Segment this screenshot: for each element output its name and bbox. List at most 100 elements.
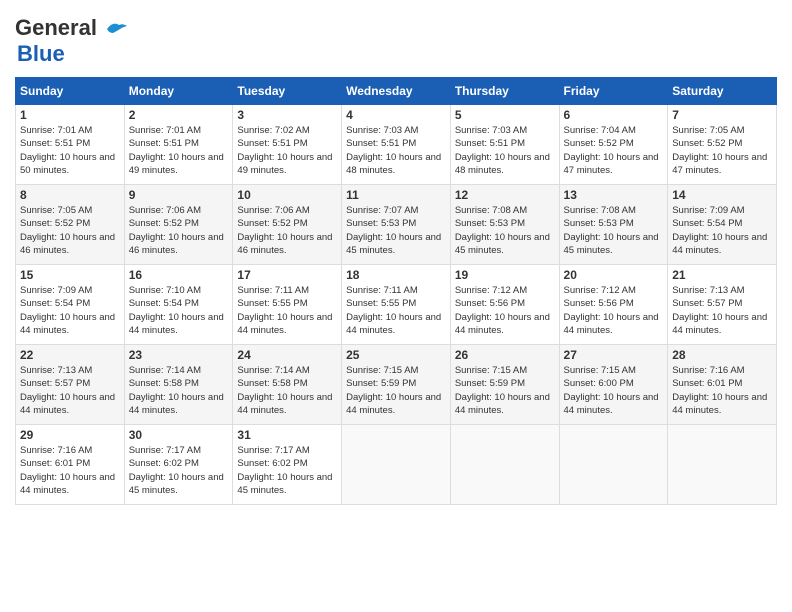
day-info: Sunrise: 7:13 AMSunset: 5:57 PMDaylight:… <box>20 365 115 416</box>
day-info: Sunrise: 7:06 AMSunset: 5:52 PMDaylight:… <box>237 205 332 256</box>
calendar-day-cell: 7 Sunrise: 7:05 AMSunset: 5:52 PMDayligh… <box>668 105 777 185</box>
calendar-week-row: 29 Sunrise: 7:16 AMSunset: 6:01 PMDaylig… <box>16 425 777 505</box>
day-number: 12 <box>455 188 555 202</box>
calendar-week-row: 8 Sunrise: 7:05 AMSunset: 5:52 PMDayligh… <box>16 185 777 265</box>
day-number: 3 <box>237 108 337 122</box>
day-number: 29 <box>20 428 120 442</box>
calendar-day-cell: 19 Sunrise: 7:12 AMSunset: 5:56 PMDaylig… <box>450 265 559 345</box>
calendar-day-cell: 15 Sunrise: 7:09 AMSunset: 5:54 PMDaylig… <box>16 265 125 345</box>
day-info: Sunrise: 7:14 AMSunset: 5:58 PMDaylight:… <box>129 365 224 416</box>
calendar-day-cell <box>342 425 451 505</box>
weekday-header-cell: Tuesday <box>233 78 342 105</box>
weekday-header-cell: Sunday <box>16 78 125 105</box>
calendar-day-cell: 31 Sunrise: 7:17 AMSunset: 6:02 PMDaylig… <box>233 425 342 505</box>
day-number: 17 <box>237 268 337 282</box>
day-info: Sunrise: 7:02 AMSunset: 5:51 PMDaylight:… <box>237 125 332 176</box>
calendar-day-cell: 4 Sunrise: 7:03 AMSunset: 5:51 PMDayligh… <box>342 105 451 185</box>
weekday-header-cell: Thursday <box>450 78 559 105</box>
day-info: Sunrise: 7:03 AMSunset: 5:51 PMDaylight:… <box>455 125 550 176</box>
calendar-day-cell: 13 Sunrise: 7:08 AMSunset: 5:53 PMDaylig… <box>559 185 668 265</box>
day-number: 15 <box>20 268 120 282</box>
day-info: Sunrise: 7:03 AMSunset: 5:51 PMDaylight:… <box>346 125 441 176</box>
calendar-week-row: 22 Sunrise: 7:13 AMSunset: 5:57 PMDaylig… <box>16 345 777 425</box>
day-number: 7 <box>672 108 772 122</box>
logo: General Blue <box>15 15 127 67</box>
day-info: Sunrise: 7:04 AMSunset: 5:52 PMDaylight:… <box>564 125 659 176</box>
day-number: 22 <box>20 348 120 362</box>
calendar-day-cell: 6 Sunrise: 7:04 AMSunset: 5:52 PMDayligh… <box>559 105 668 185</box>
calendar-week-row: 15 Sunrise: 7:09 AMSunset: 5:54 PMDaylig… <box>16 265 777 345</box>
day-number: 1 <box>20 108 120 122</box>
calendar-day-cell: 17 Sunrise: 7:11 AMSunset: 5:55 PMDaylig… <box>233 265 342 345</box>
day-info: Sunrise: 7:11 AMSunset: 5:55 PMDaylight:… <box>237 285 332 336</box>
day-number: 21 <box>672 268 772 282</box>
calendar-day-cell: 27 Sunrise: 7:15 AMSunset: 6:00 PMDaylig… <box>559 345 668 425</box>
day-number: 27 <box>564 348 664 362</box>
day-info: Sunrise: 7:06 AMSunset: 5:52 PMDaylight:… <box>129 205 224 256</box>
calendar-day-cell: 5 Sunrise: 7:03 AMSunset: 5:51 PMDayligh… <box>450 105 559 185</box>
calendar-day-cell: 12 Sunrise: 7:08 AMSunset: 5:53 PMDaylig… <box>450 185 559 265</box>
calendar-day-cell <box>450 425 559 505</box>
day-info: Sunrise: 7:13 AMSunset: 5:57 PMDaylight:… <box>672 285 767 336</box>
day-info: Sunrise: 7:15 AMSunset: 5:59 PMDaylight:… <box>346 365 441 416</box>
logo-general: General <box>15 15 127 40</box>
calendar-day-cell <box>559 425 668 505</box>
calendar-day-cell: 8 Sunrise: 7:05 AMSunset: 5:52 PMDayligh… <box>16 185 125 265</box>
day-number: 30 <box>129 428 229 442</box>
weekday-header-cell: Wednesday <box>342 78 451 105</box>
day-number: 11 <box>346 188 446 202</box>
calendar-day-cell: 14 Sunrise: 7:09 AMSunset: 5:54 PMDaylig… <box>668 185 777 265</box>
calendar-day-cell: 9 Sunrise: 7:06 AMSunset: 5:52 PMDayligh… <box>124 185 233 265</box>
day-number: 2 <box>129 108 229 122</box>
day-info: Sunrise: 7:09 AMSunset: 5:54 PMDaylight:… <box>672 205 767 256</box>
calendar-day-cell: 3 Sunrise: 7:02 AMSunset: 5:51 PMDayligh… <box>233 105 342 185</box>
day-number: 26 <box>455 348 555 362</box>
day-number: 28 <box>672 348 772 362</box>
day-number: 8 <box>20 188 120 202</box>
day-info: Sunrise: 7:16 AMSunset: 6:01 PMDaylight:… <box>672 365 767 416</box>
calendar-day-cell: 30 Sunrise: 7:17 AMSunset: 6:02 PMDaylig… <box>124 425 233 505</box>
logo-bird-icon <box>105 21 127 37</box>
day-info: Sunrise: 7:07 AMSunset: 5:53 PMDaylight:… <box>346 205 441 256</box>
day-info: Sunrise: 7:15 AMSunset: 6:00 PMDaylight:… <box>564 365 659 416</box>
calendar-day-cell <box>668 425 777 505</box>
weekday-header-cell: Monday <box>124 78 233 105</box>
day-info: Sunrise: 7:08 AMSunset: 5:53 PMDaylight:… <box>455 205 550 256</box>
day-info: Sunrise: 7:10 AMSunset: 5:54 PMDaylight:… <box>129 285 224 336</box>
day-info: Sunrise: 7:17 AMSunset: 6:02 PMDaylight:… <box>237 445 332 496</box>
logo-blue: Blue <box>17 41 65 66</box>
day-number: 9 <box>129 188 229 202</box>
calendar-day-cell: 20 Sunrise: 7:12 AMSunset: 5:56 PMDaylig… <box>559 265 668 345</box>
day-number: 24 <box>237 348 337 362</box>
calendar-day-cell: 24 Sunrise: 7:14 AMSunset: 5:58 PMDaylig… <box>233 345 342 425</box>
day-info: Sunrise: 7:01 AMSunset: 5:51 PMDaylight:… <box>129 125 224 176</box>
day-info: Sunrise: 7:14 AMSunset: 5:58 PMDaylight:… <box>237 365 332 416</box>
page-header: General Blue <box>15 15 777 67</box>
day-info: Sunrise: 7:08 AMSunset: 5:53 PMDaylight:… <box>564 205 659 256</box>
weekday-header-cell: Friday <box>559 78 668 105</box>
day-info: Sunrise: 7:05 AMSunset: 5:52 PMDaylight:… <box>672 125 767 176</box>
day-number: 25 <box>346 348 446 362</box>
calendar-day-cell: 25 Sunrise: 7:15 AMSunset: 5:59 PMDaylig… <box>342 345 451 425</box>
day-number: 16 <box>129 268 229 282</box>
day-number: 18 <box>346 268 446 282</box>
day-number: 23 <box>129 348 229 362</box>
day-number: 6 <box>564 108 664 122</box>
calendar-table: SundayMondayTuesdayWednesdayThursdayFrid… <box>15 77 777 505</box>
calendar-day-cell: 18 Sunrise: 7:11 AMSunset: 5:55 PMDaylig… <box>342 265 451 345</box>
day-info: Sunrise: 7:16 AMSunset: 6:01 PMDaylight:… <box>20 445 115 496</box>
calendar-day-cell: 16 Sunrise: 7:10 AMSunset: 5:54 PMDaylig… <box>124 265 233 345</box>
calendar-body: 1 Sunrise: 7:01 AMSunset: 5:51 PMDayligh… <box>16 105 777 505</box>
day-info: Sunrise: 7:11 AMSunset: 5:55 PMDaylight:… <box>346 285 441 336</box>
day-info: Sunrise: 7:12 AMSunset: 5:56 PMDaylight:… <box>564 285 659 336</box>
day-info: Sunrise: 7:09 AMSunset: 5:54 PMDaylight:… <box>20 285 115 336</box>
calendar-day-cell: 10 Sunrise: 7:06 AMSunset: 5:52 PMDaylig… <box>233 185 342 265</box>
day-number: 31 <box>237 428 337 442</box>
calendar-day-cell: 21 Sunrise: 7:13 AMSunset: 5:57 PMDaylig… <box>668 265 777 345</box>
day-info: Sunrise: 7:12 AMSunset: 5:56 PMDaylight:… <box>455 285 550 336</box>
day-number: 4 <box>346 108 446 122</box>
day-number: 19 <box>455 268 555 282</box>
calendar-day-cell: 29 Sunrise: 7:16 AMSunset: 6:01 PMDaylig… <box>16 425 125 505</box>
calendar-day-cell: 11 Sunrise: 7:07 AMSunset: 5:53 PMDaylig… <box>342 185 451 265</box>
day-number: 5 <box>455 108 555 122</box>
